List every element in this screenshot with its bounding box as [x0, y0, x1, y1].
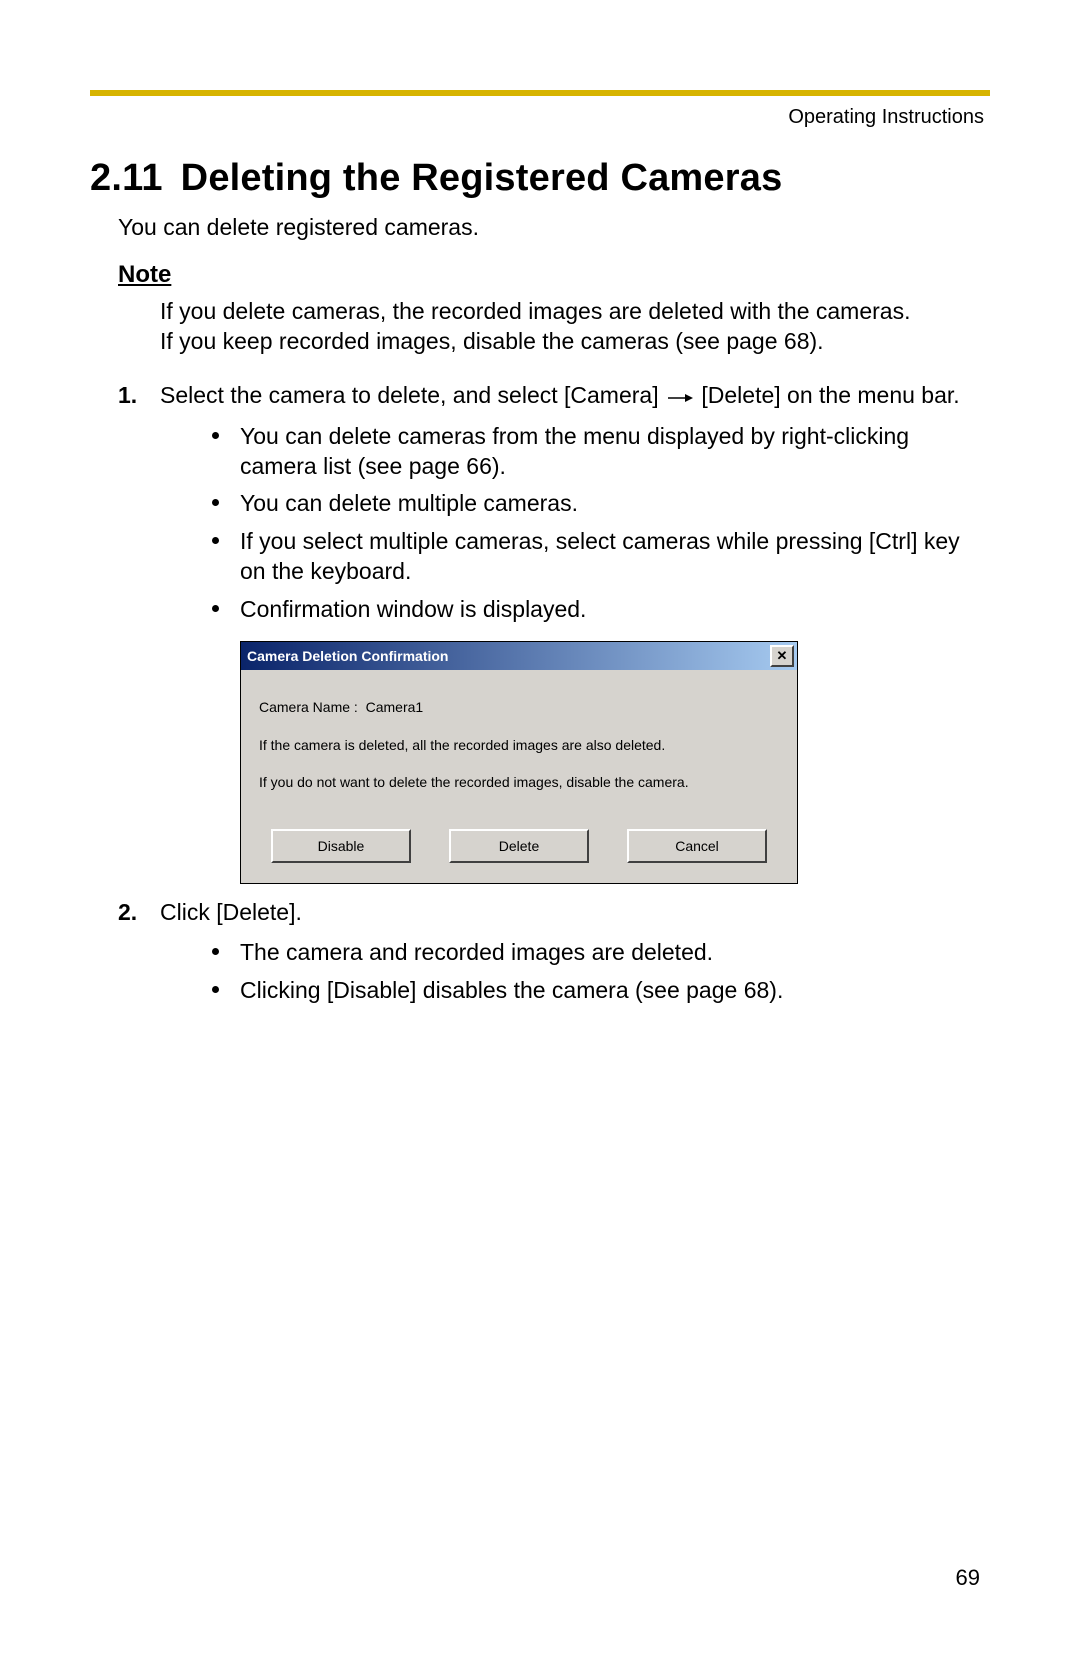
section-number: 2.11: [90, 157, 163, 200]
top-rule: [90, 90, 990, 96]
list-item: If you select multiple cameras, select c…: [204, 527, 990, 587]
bullet-text: Confirmation window is displayed.: [240, 596, 586, 622]
list-item: The camera and recorded images are delet…: [204, 938, 990, 968]
delete-button[interactable]: Delete: [449, 829, 589, 863]
bullet-text: You can delete multiple cameras.: [240, 490, 578, 516]
step-1-text: Select the camera to delete, and select …: [160, 382, 960, 408]
bullet-text: If you select multiple cameras, select c…: [240, 528, 960, 584]
disable-button[interactable]: Disable: [271, 829, 411, 863]
button-label: Cancel: [675, 837, 719, 855]
page-number: 69: [956, 1565, 980, 1591]
note-line-2: If you keep recorded images, disable the…: [160, 328, 824, 354]
list-item: You can delete cameras from the menu dis…: [204, 422, 990, 482]
document-page: Operating Instructions 2.11 Deleting the …: [0, 0, 1080, 1669]
camera-name-label: Camera Name :: [259, 699, 358, 715]
step-1-prefix: Select the camera to delete, and select …: [160, 382, 659, 408]
close-glyph: ✕: [777, 649, 788, 662]
note-body: If you delete cameras, the recorded imag…: [90, 297, 990, 357]
dialog-title: Camera Deletion Confirmation: [247, 647, 448, 665]
step-2-bullets: The camera and recorded images are delet…: [160, 938, 990, 1006]
step-1-bullets: You can delete cameras from the menu dis…: [160, 422, 990, 625]
section-title-text: Deleting the Registered Cameras: [181, 157, 783, 199]
step-2-text: Click [Delete].: [160, 899, 302, 925]
section-heading: 2.11 Deleting the Registered Cameras: [90, 157, 990, 200]
dialog-warning-1: If the camera is deleted, all the record…: [259, 736, 779, 756]
list-item: Confirmation window is displayed.: [204, 595, 990, 625]
section-intro: You can delete registered cameras.: [90, 214, 990, 241]
running-header: Operating Instructions: [90, 106, 990, 129]
dialog-titlebar: Camera Deletion Confirmation ✕: [241, 642, 797, 670]
note-line-1: If you delete cameras, the recorded imag…: [160, 298, 910, 324]
close-icon[interactable]: ✕: [770, 645, 794, 667]
dialog-warning-2: If you do not want to delete the recorde…: [259, 773, 779, 793]
steps-list: Select the camera to delete, and select …: [90, 381, 990, 1006]
bullet-text: The camera and recorded images are delet…: [240, 939, 713, 965]
step-1: Select the camera to delete, and select …: [118, 381, 990, 884]
note-heading: Note: [90, 261, 990, 289]
button-label: Delete: [499, 837, 539, 855]
bullet-text: You can delete cameras from the menu dis…: [240, 423, 909, 479]
confirmation-dialog: Camera Deletion Confirmation ✕ Camera Na…: [240, 641, 798, 884]
cancel-button[interactable]: Cancel: [627, 829, 767, 863]
arrow-right-icon: [667, 382, 693, 412]
camera-name-value: Camera1: [366, 699, 424, 715]
bullet-text: Clicking [Disable] disables the camera (…: [240, 977, 783, 1003]
button-label: Disable: [318, 837, 365, 855]
dialog-screenshot: Camera Deletion Confirmation ✕ Camera Na…: [240, 641, 990, 884]
step-2: Click [Delete]. The camera and recorded …: [118, 898, 990, 1006]
list-item: You can delete multiple cameras.: [204, 489, 990, 519]
dialog-body: Camera Name : Camera1 If the camera is d…: [241, 670, 797, 829]
list-item: Clicking [Disable] disables the camera (…: [204, 976, 990, 1006]
dialog-button-row: Disable Delete Cancel: [241, 829, 797, 883]
step-1-suffix: [Delete] on the menu bar.: [701, 382, 959, 408]
dialog-camera-name: Camera Name : Camera1: [259, 698, 779, 718]
